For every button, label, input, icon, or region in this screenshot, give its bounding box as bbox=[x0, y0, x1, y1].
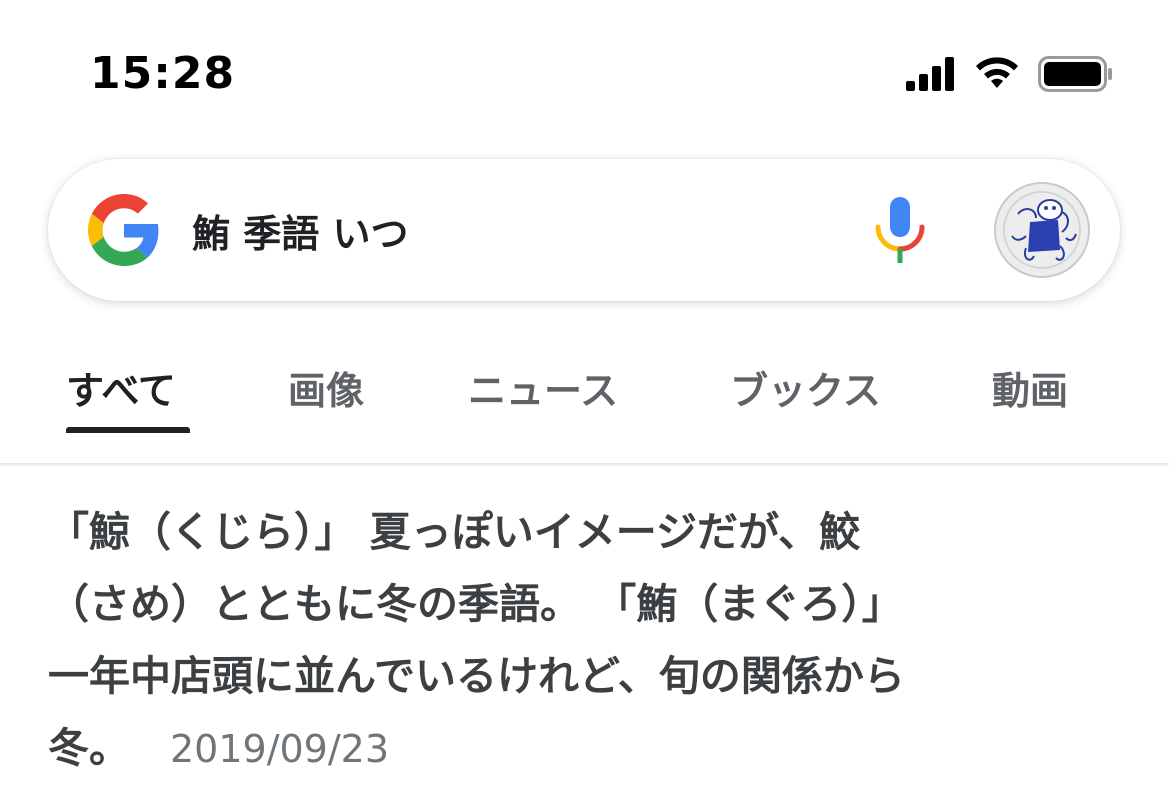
status-time: 15:28 bbox=[90, 48, 236, 99]
tab-news[interactable]: ニュース bbox=[468, 360, 618, 415]
cellular-signal-icon bbox=[906, 57, 954, 91]
snippet-last-line: 冬。 2019/09/23 bbox=[48, 712, 1123, 785]
microphone-icon[interactable] bbox=[868, 193, 932, 269]
avatar[interactable] bbox=[994, 182, 1090, 278]
tab-videos[interactable]: 動画 bbox=[992, 360, 1068, 415]
tabs-divider bbox=[0, 463, 1169, 467]
snippet-line-text: 冬。 bbox=[48, 724, 130, 772]
search-tabs: すべて 画像 ニュース ブックス 動画 bbox=[0, 340, 1169, 440]
wifi-icon bbox=[976, 57, 1018, 88]
search-bar[interactable]: 鮪 季語 いつ bbox=[48, 159, 1120, 301]
snippet-line: 一年中店頭に並んでいるけれど、旬の関係から bbox=[48, 652, 905, 700]
battery-icon bbox=[1038, 56, 1112, 92]
snippet-date: 2019/09/23 bbox=[170, 727, 390, 771]
tab-all[interactable]: すべて bbox=[66, 360, 176, 415]
status-bar: 15:28 bbox=[0, 0, 1169, 130]
profile-avatar-image bbox=[996, 184, 1088, 276]
featured-snippet: 「鯨（くじら）」 夏っぽいイメージだが、鮫 （さめ）とともに冬の季語。 「鮪（ま… bbox=[48, 496, 1123, 785]
screen: 15:28 鮪 季語 いつ すべて 画像 ニュース ブックス 動画 「鯨（くじら… bbox=[0, 0, 1169, 795]
snippet-line: 「鯨（くじら）」 夏っぽいイメージだが、鮫 bbox=[48, 508, 861, 556]
snippet-line: （さめ）とともに冬の季語。 「鮪（まぐろ）」 bbox=[48, 580, 903, 628]
google-g-icon[interactable] bbox=[88, 194, 160, 266]
tab-books[interactable]: ブックス bbox=[730, 360, 881, 415]
status-icons bbox=[906, 54, 1114, 94]
search-input[interactable]: 鮪 季語 いつ bbox=[192, 203, 408, 258]
tab-images[interactable]: 画像 bbox=[288, 360, 364, 415]
active-tab-indicator bbox=[66, 427, 190, 433]
